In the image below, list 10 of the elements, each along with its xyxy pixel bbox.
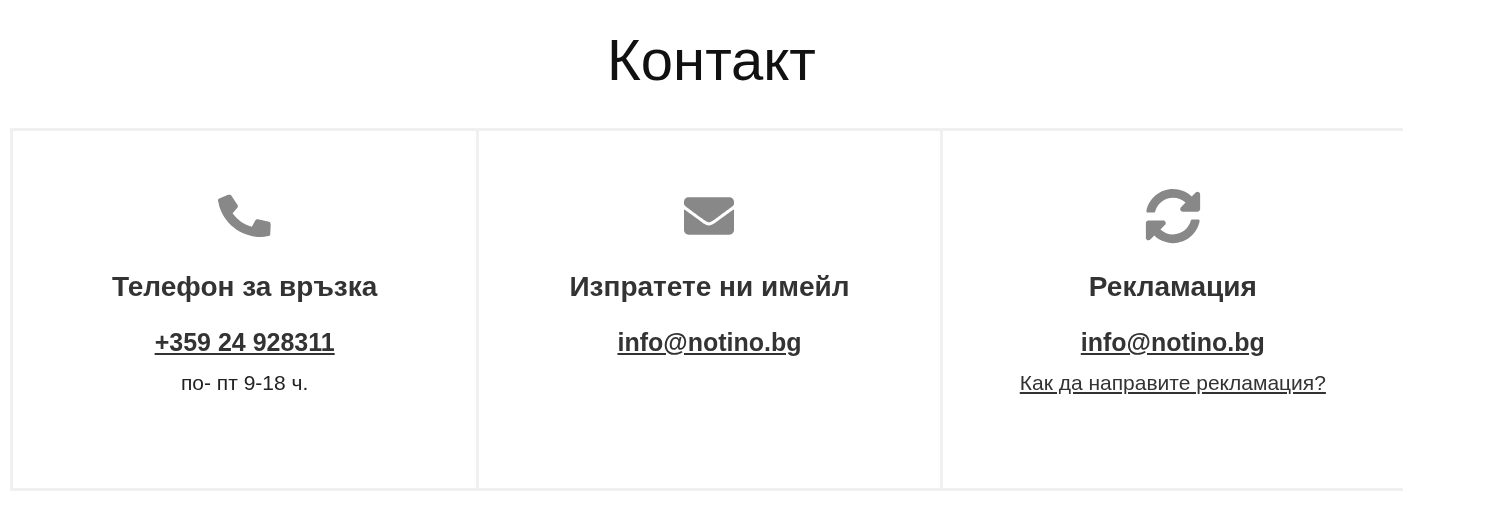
contact-link[interactable]: info@notino.bg [1080, 328, 1265, 357]
refresh-icon [1144, 188, 1201, 244]
contact-link[interactable]: info@notino.bg [617, 328, 802, 357]
card-heading: Рекламация [1088, 270, 1257, 304]
card-heading: Изпратете ни имейл [569, 270, 850, 304]
help-link[interactable]: Как да направите рекламация? [1019, 371, 1326, 395]
hours-text: по- пт 9-18 ч. [181, 371, 309, 395]
contact-link[interactable]: +359 24 928311 [154, 328, 335, 357]
card-heading: Телефон за връзка [112, 270, 378, 304]
page-title: Контакт [606, 26, 817, 94]
